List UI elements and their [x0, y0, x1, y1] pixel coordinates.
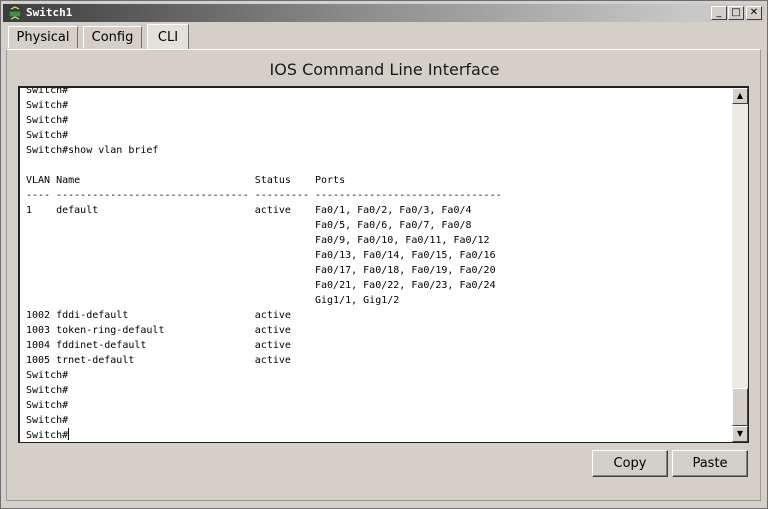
console-line: Switch#	[26, 370, 69, 381]
console-line: Switch#	[26, 400, 69, 411]
console-line: Switch#show vlan brief	[26, 145, 159, 156]
minimize-icon: _	[716, 7, 722, 18]
tab-config-label: Config	[91, 30, 134, 45]
paste-button-label: Paste	[692, 456, 728, 471]
scroll-thumb[interactable]	[732, 388, 748, 426]
console-line: Switch#	[26, 385, 69, 396]
title-bar[interactable]: Switch1 _ □ ✕	[3, 4, 764, 22]
maximize-icon: □	[731, 7, 741, 18]
paste-button[interactable]: Paste	[672, 450, 748, 477]
switch-device-icon	[8, 6, 22, 20]
console-line: Fa0/13, Fa0/14, Fa0/15, Fa0/16	[26, 250, 496, 261]
console-line: Switch#	[26, 415, 69, 426]
close-button[interactable]: ✕	[746, 6, 762, 20]
cli-panel: IOS Command Line Interface Switch# Switch…	[6, 49, 761, 501]
console-prompt: Switch#	[26, 430, 69, 441]
arrow-down-icon: ▼	[736, 429, 744, 438]
console-line: Switch#	[26, 100, 69, 111]
console-line: 1005 trnet-default active	[26, 355, 291, 366]
cli-console[interactable]: Switch# Switch# Switch# Switch# Switch#show …	[18, 86, 749, 443]
console-line: 1003 token-ring-default active	[26, 325, 291, 336]
packet-tracer-device-window: Switch1 _ □ ✕ Physical Config CLI IOS Co…	[0, 0, 768, 509]
console-output[interactable]: Switch# Switch# Switch# Switch# Switch#show …	[26, 86, 726, 442]
console-line: Switch#	[26, 130, 69, 141]
window-title: Switch1	[26, 6, 73, 19]
console-line: 1004 fddinet-default active	[26, 340, 291, 351]
close-icon: ✕	[749, 7, 759, 18]
console-line: Switch#	[26, 86, 69, 96]
console-line: 1 default active Fa0/1, Fa0/2, Fa0/3, Fa…	[26, 205, 472, 216]
copy-button-label: Copy	[613, 456, 647, 471]
scroll-up-button[interactable]: ▲	[732, 88, 748, 104]
copy-button[interactable]: Copy	[592, 450, 668, 477]
console-scrollbar[interactable]: ▲ ▼	[732, 88, 748, 442]
tab-physical[interactable]: Physical	[8, 26, 78, 48]
arrow-up-icon: ▲	[736, 91, 744, 100]
console-line: Gig1/1, Gig1/2	[26, 295, 400, 306]
console-line: 1002 fddi-default active	[26, 310, 291, 321]
minimize-button[interactable]: _	[711, 6, 727, 20]
console-line: Switch#	[26, 115, 69, 126]
tab-physical-label: Physical	[16, 30, 70, 45]
tab-cli[interactable]: CLI	[147, 24, 189, 50]
console-line: Fa0/17, Fa0/18, Fa0/19, Fa0/20	[26, 265, 496, 276]
panel-title: IOS Command Line Interface	[269, 60, 500, 79]
text-cursor	[68, 428, 70, 440]
tab-cli-label: CLI	[157, 30, 179, 45]
maximize-button[interactable]: □	[728, 6, 744, 20]
tab-config[interactable]: Config	[83, 26, 142, 48]
console-line: Fa0/5, Fa0/6, Fa0/7, Fa0/8	[26, 220, 472, 231]
console-line: Fa0/9, Fa0/10, Fa0/11, Fa0/12	[26, 235, 490, 246]
console-prompt-line[interactable]: Switch#	[26, 428, 726, 442]
console-line: Fa0/21, Fa0/22, Fa0/23, Fa0/24	[26, 280, 496, 291]
scroll-down-button[interactable]: ▼	[732, 426, 748, 442]
console-line: ---- -------------------------------- --…	[26, 190, 502, 201]
console-line: VLAN Name Status Ports	[26, 175, 346, 186]
